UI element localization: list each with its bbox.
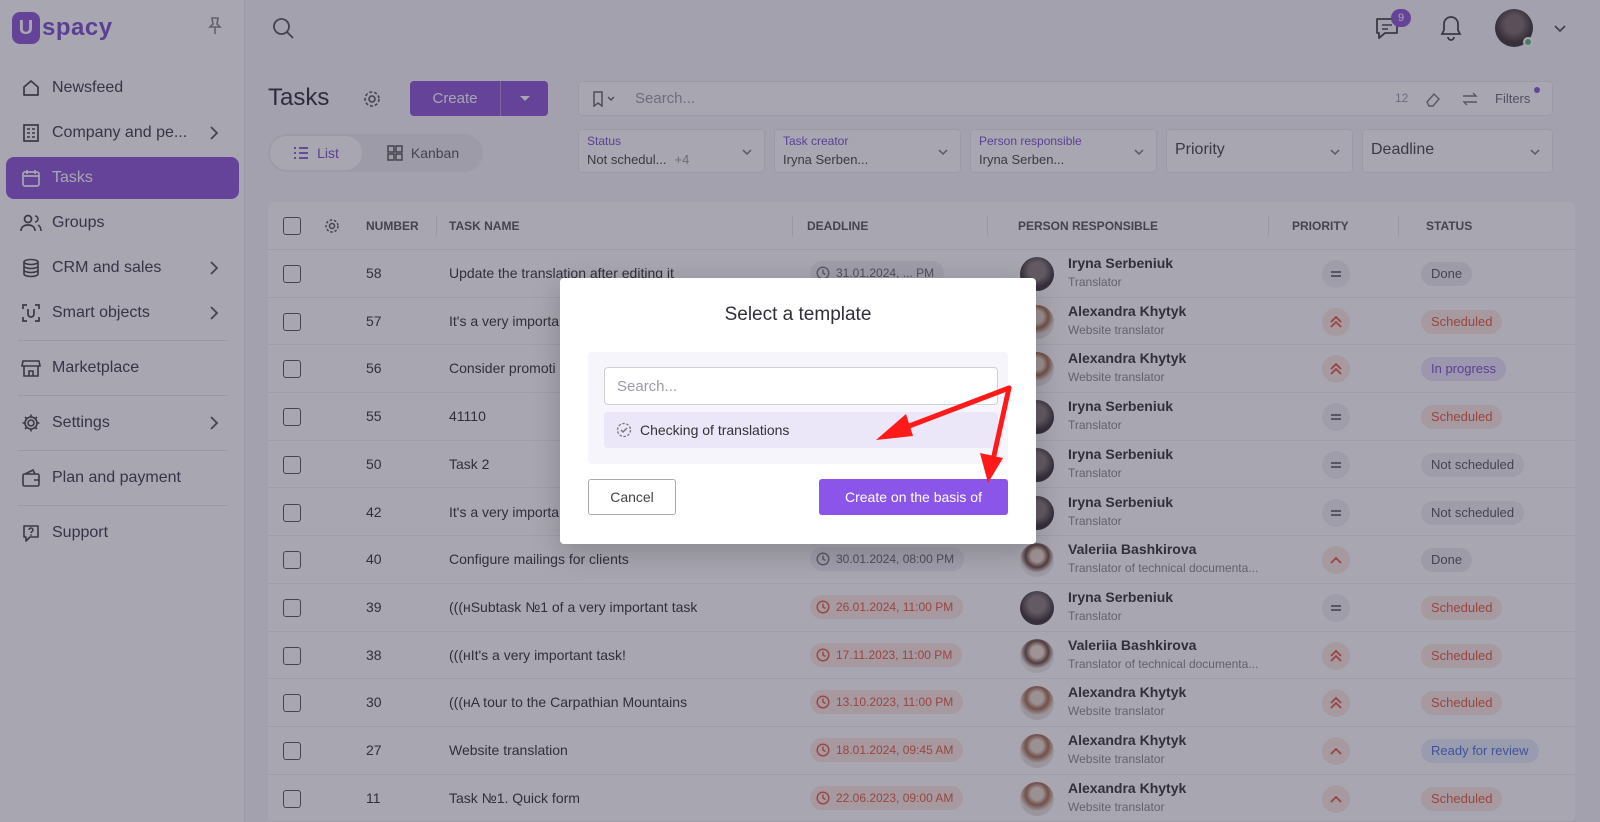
task-check-icon	[616, 422, 632, 438]
template-item-label: Checking of translations	[640, 422, 790, 438]
create-on-basis-button[interactable]: Create on the basis of	[819, 479, 1008, 515]
cancel-button[interactable]: Cancel	[588, 479, 676, 515]
select-template-dialog: Select a template Search... Checking of …	[560, 278, 1036, 544]
template-search-input[interactable]: Search...	[604, 367, 998, 405]
template-item[interactable]: Checking of translations	[604, 412, 998, 448]
dialog-title: Select a template	[724, 304, 872, 325]
template-list-box: Search... Checking of translations	[588, 352, 1008, 464]
template-search-placeholder: Search...	[617, 378, 678, 395]
